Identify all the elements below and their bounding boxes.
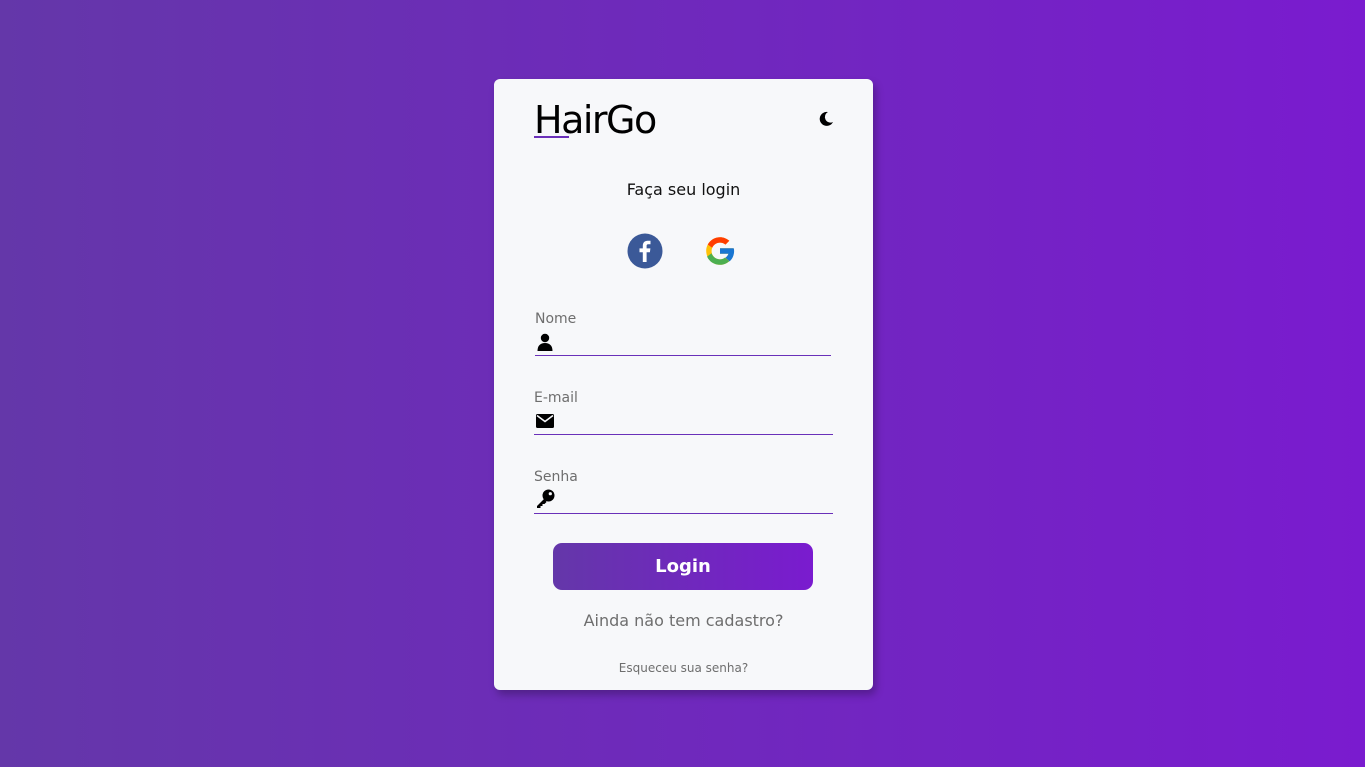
moon-icon[interactable]: [817, 110, 835, 128]
key-icon: [537, 489, 555, 508]
name-label: Nome: [535, 311, 577, 327]
name-field-group: Nome: [535, 309, 832, 356]
email-field-group: E-mail: [534, 388, 833, 435]
email-label: E-mail: [534, 390, 578, 406]
brand-underline: [534, 136, 569, 138]
forgot-password-link[interactable]: Esqueceu sua senha?: [494, 661, 873, 675]
name-input[interactable]: [563, 329, 832, 355]
login-title: Faça seu login: [626, 180, 741, 199]
envelope-icon: [536, 414, 554, 428]
user-icon: [537, 333, 553, 351]
email-input[interactable]: [562, 408, 831, 434]
email-field-row: [534, 408, 833, 435]
password-label: Senha: [534, 469, 578, 485]
google-icon[interactable]: [702, 233, 738, 269]
name-field-row: [535, 329, 832, 356]
password-input[interactable]: [562, 487, 831, 513]
password-field-group: Senha: [534, 467, 833, 514]
password-field-row: [534, 487, 833, 514]
login-button[interactable]: Login: [553, 543, 813, 590]
login-card: HairGo Faça seu login Nome E-mail Senha …: [494, 79, 873, 690]
facebook-icon[interactable]: [627, 233, 663, 269]
signup-link[interactable]: Ainda não tem cadastro?: [494, 611, 873, 630]
